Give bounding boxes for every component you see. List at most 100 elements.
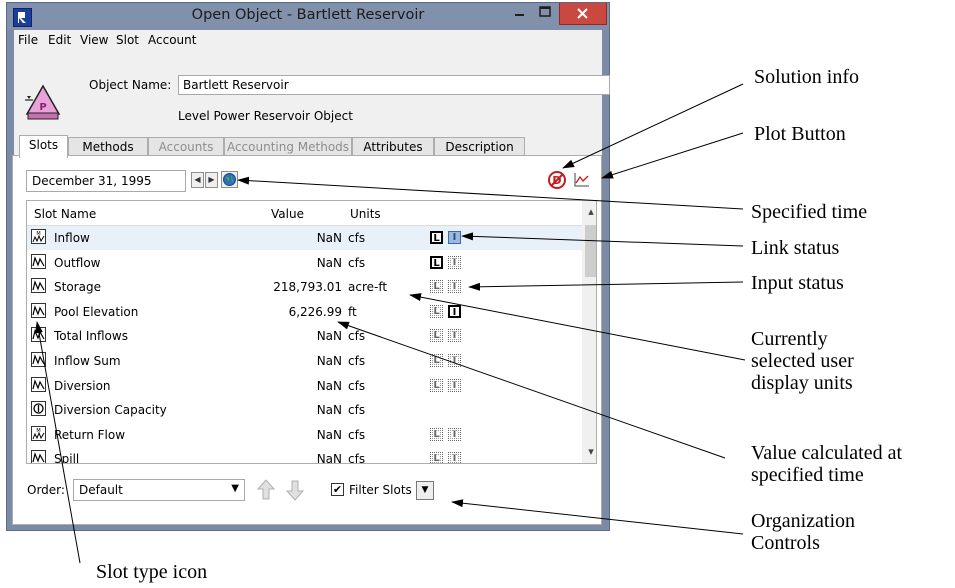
series-slot-icon xyxy=(31,376,46,392)
table-row[interactable]: M Inflow NaN cfs L I xyxy=(27,226,582,250)
link-status-icon[interactable]: L xyxy=(430,329,443,343)
slot-units-cell: cfs xyxy=(348,427,366,442)
scalar-slot-icon xyxy=(31,401,46,417)
input-status-icon[interactable]: I xyxy=(448,452,461,463)
minimize-button[interactable] xyxy=(506,3,532,24)
input-status-icon[interactable]: I xyxy=(448,280,461,294)
slot-units-cell: ft xyxy=(348,304,357,319)
slot-name-cell: Outflow xyxy=(54,255,101,270)
annotation-link-status: Link status xyxy=(751,237,840,259)
order-select[interactable]: Default ▼ xyxy=(73,479,245,501)
scroll-thumb[interactable] xyxy=(585,225,596,277)
maximize-button[interactable] xyxy=(532,3,558,24)
plot-icon[interactable] xyxy=(572,170,592,190)
annotation-input-status: Input status xyxy=(751,272,844,294)
table-row[interactable]: Spill NaN cfs L I xyxy=(27,447,582,464)
slot-table: Slot Name Value Units M Inflow NaN cfs L I Out… xyxy=(26,200,597,464)
annotation-solution-info: Solution info xyxy=(754,66,860,88)
object-name-field[interactable]: Bartlett Reservoir xyxy=(178,75,610,95)
input-status-icon[interactable]: I xyxy=(448,255,461,269)
table-row[interactable]: Inflow Sum NaN cfs L I xyxy=(27,349,582,373)
tab-bar: Slots Methods Accounts Accounting Method… xyxy=(19,135,609,158)
annotation-slot-type-icon: Slot type icon xyxy=(96,561,208,583)
chevron-down-icon: ▼ xyxy=(231,483,239,494)
previous-timestep-button[interactable]: ◀ xyxy=(191,172,204,188)
link-status-icon[interactable]: L xyxy=(430,378,443,392)
annotation-display-units-line1: Currently xyxy=(751,328,828,350)
scroll-up-icon[interactable]: ▴ xyxy=(582,205,596,218)
annotation-value-calculated: Value calculated at specified time xyxy=(751,442,902,486)
table-row[interactable]: M Return Flow NaN cfs L I xyxy=(27,423,582,447)
tab-slots[interactable]: Slots xyxy=(19,135,68,158)
tab-description[interactable]: Description xyxy=(434,137,525,157)
column-units[interactable]: Units xyxy=(350,207,381,221)
slot-units-cell: acre-ft xyxy=(348,280,388,295)
annotation-specified-time: Specified time xyxy=(751,201,868,223)
column-value[interactable]: Value xyxy=(271,207,304,221)
menu-file[interactable]: File xyxy=(18,33,38,47)
column-slot-name[interactable]: Slot Name xyxy=(34,207,96,221)
input-status-icon[interactable]: I xyxy=(448,427,461,441)
menu-account[interactable]: Account xyxy=(148,33,196,47)
tab-methods[interactable]: Methods xyxy=(68,137,148,157)
vertical-scrollbar[interactable]: ▴ ▾ xyxy=(582,201,596,463)
menu-bar: File Edit View Slot Account xyxy=(14,30,602,50)
title-bar[interactable]: Open Object - Bartlett Reservoir xyxy=(7,3,609,30)
slot-units-cell: cfs xyxy=(348,231,366,245)
move-down-button[interactable] xyxy=(283,477,307,503)
table-row[interactable]: Storage 218,793.01 acre-ft L I xyxy=(27,275,582,299)
filter-slots-checkbox[interactable]: ✔ xyxy=(331,483,344,496)
slot-value-cell: NaN xyxy=(316,427,342,442)
table-row[interactable]: Total Inflows NaN cfs L I xyxy=(27,324,582,348)
object-name-value: Bartlett Reservoir xyxy=(183,78,289,92)
link-status-icon[interactable]: L xyxy=(430,304,443,318)
scroll-down-icon[interactable]: ▾ xyxy=(582,445,596,458)
table-row[interactable]: Diversion Capacity NaN cfs xyxy=(27,398,582,422)
move-up-button[interactable] xyxy=(254,477,278,503)
series-slot-icon xyxy=(31,278,46,294)
input-status-icon[interactable]: I xyxy=(448,329,461,343)
link-status-icon[interactable]: L xyxy=(430,255,443,269)
slot-name-cell: Storage xyxy=(54,280,101,295)
close-button[interactable] xyxy=(559,3,607,25)
slot-name-cell: Diversion xyxy=(54,378,111,393)
slot-name-cell: Diversion Capacity xyxy=(54,403,167,418)
object-name-label: Object Name: xyxy=(89,78,172,92)
annotation-org-line2: Controls xyxy=(751,532,820,554)
annotation-plot-button: Plot Button xyxy=(754,123,846,145)
globe-icon[interactable] xyxy=(221,171,238,188)
menu-view[interactable]: View xyxy=(80,33,108,47)
table-header: Slot Name Value Units xyxy=(27,201,582,226)
table-row[interactable]: Pool Elevation 6,226.99 ft L I xyxy=(27,300,582,324)
solution-info-icon[interactable]: D xyxy=(547,170,567,190)
link-status-icon[interactable]: L xyxy=(430,427,443,441)
object-icon-letter: P xyxy=(39,102,46,113)
filter-dropdown-button[interactable]: ▼ xyxy=(416,481,434,500)
next-timestep-button[interactable]: ▶ xyxy=(205,172,218,188)
link-status-icon[interactable]: L xyxy=(430,231,443,244)
series-slot-icon xyxy=(31,302,46,318)
table-row[interactable]: Diversion NaN cfs L I xyxy=(27,374,582,398)
tab-attributes[interactable]: Attributes xyxy=(352,137,434,157)
slot-units-cell: cfs xyxy=(348,354,366,368)
slot-units-cell: cfs xyxy=(348,255,366,270)
table-row[interactable]: Outflow NaN cfs L I xyxy=(27,251,582,275)
date-field[interactable]: December 31, 1995 xyxy=(26,170,186,192)
reservoir-object-icon: P xyxy=(23,83,63,123)
tab-accounting-methods: Accounting Methods xyxy=(224,137,352,157)
slot-value-cell: NaN xyxy=(316,329,342,344)
slot-name-cell: Total Inflows xyxy=(54,329,128,344)
input-status-icon[interactable]: I xyxy=(448,354,461,367)
link-status-icon[interactable]: L xyxy=(430,280,443,294)
input-status-icon[interactable]: I xyxy=(448,378,461,392)
link-status-icon[interactable]: L xyxy=(430,354,443,367)
slot-units-cell: cfs xyxy=(348,452,366,464)
slot-name-cell: Inflow xyxy=(54,231,90,245)
menu-slot[interactable]: Slot xyxy=(116,33,139,47)
slot-name-cell: Return Flow xyxy=(54,427,126,442)
link-status-icon[interactable]: L xyxy=(430,452,443,463)
input-status-icon[interactable]: I xyxy=(448,231,461,244)
menu-edit[interactable]: Edit xyxy=(48,33,71,47)
annotation-display-units-line3: display units xyxy=(751,372,853,394)
input-status-icon[interactable]: I xyxy=(448,304,461,318)
